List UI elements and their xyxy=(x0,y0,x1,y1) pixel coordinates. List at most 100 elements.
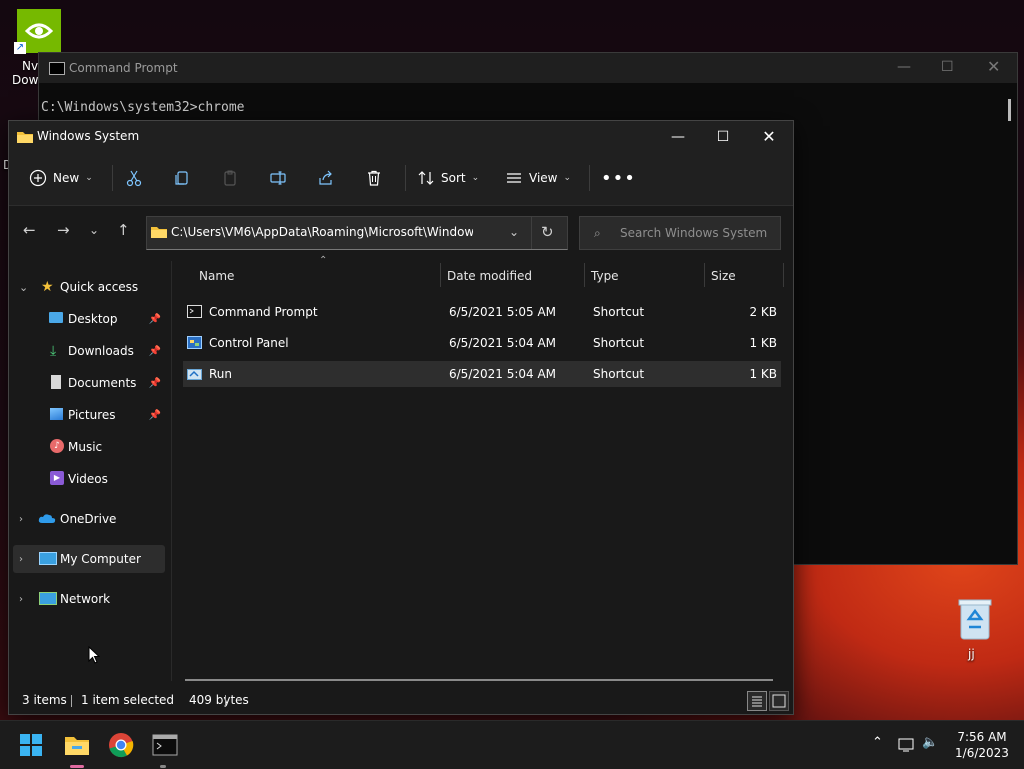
run-file-icon xyxy=(187,369,202,380)
details-view-button[interactable] xyxy=(747,691,767,711)
paste-button[interactable] xyxy=(221,163,239,193)
address-path-text[interactable]: C:\Users\VM6\AppData\Roaming\Microsoft\W… xyxy=(171,225,473,239)
tiles-view-icon xyxy=(772,694,786,708)
file-explorer-taskbar-icon[interactable] xyxy=(63,731,91,759)
star-icon: ★ xyxy=(41,279,54,295)
search-input[interactable] xyxy=(618,223,772,243)
cmd-scrollbar-thumb[interactable] xyxy=(1008,99,1011,121)
status-item-count: 3 items xyxy=(22,693,67,707)
cmd-title-bar[interactable]: Command Prompt — ☐ ✕ xyxy=(39,53,1017,83)
share-icon xyxy=(319,170,332,185)
column-header-size[interactable]: Size xyxy=(711,263,736,289)
cut-button[interactable] xyxy=(125,163,143,193)
music-icon: ♪ xyxy=(50,439,64,453)
column-header-name[interactable]: Name xyxy=(199,263,234,289)
cmd-close-button[interactable]: ✕ xyxy=(987,57,1000,76)
recycle-bin-icon xyxy=(958,599,992,640)
nav-item-onedrive[interactable]: › OneDrive xyxy=(13,505,165,533)
file-explorer-window[interactable]: Windows System — ☐ ✕ New ⌄ Sort ⌄ View ⌄… xyxy=(8,120,794,715)
chevron-right-icon: › xyxy=(19,513,23,525)
nav-item-documents[interactable]: Documents 📌 xyxy=(13,369,165,397)
details-view-icon xyxy=(752,696,762,707)
document-icon xyxy=(51,375,61,389)
network-tray-icon[interactable] xyxy=(898,737,916,753)
search-icon: ⌕ xyxy=(594,226,601,240)
download-arrow-icon: ⤓ xyxy=(50,343,57,359)
explorer-minimize-button[interactable]: — xyxy=(655,125,701,149)
column-divider[interactable] xyxy=(584,263,585,287)
nav-item-quick-access[interactable]: ⌄ ★ Quick access xyxy=(13,273,165,301)
new-button[interactable]: New ⌄ xyxy=(29,163,93,193)
cloud-icon xyxy=(38,514,56,523)
column-divider[interactable] xyxy=(704,263,705,287)
table-row[interactable]: Command Prompt 6/5/2021 5:05 AM Shortcut… xyxy=(183,299,781,325)
explorer-title-bar[interactable]: Windows System — ☐ ✕ xyxy=(9,121,793,151)
recent-locations-chevron-icon[interactable]: ⌄ xyxy=(89,223,99,237)
nav-item-pictures[interactable]: Pictures 📌 xyxy=(13,401,165,429)
file-list: Name ⌃ Date modified Type Size Command P… xyxy=(177,255,789,661)
nav-item-music[interactable]: ♪ Music xyxy=(13,433,165,461)
nav-item-network[interactable]: › Network xyxy=(13,585,165,613)
pin-icon[interactable]: 📌 xyxy=(149,410,161,421)
command-bar: New ⌄ Sort ⌄ View ⌄ ••• xyxy=(9,151,793,206)
address-bar[interactable]: C:\Users\VM6\AppData\Roaming\Microsoft\W… xyxy=(146,216,568,250)
ellipsis-icon: ••• xyxy=(601,167,636,189)
cmd-app-icon xyxy=(49,62,65,75)
toolbar-divider xyxy=(405,165,406,191)
copy-button[interactable] xyxy=(173,163,191,193)
more-options-button[interactable]: ••• xyxy=(601,163,636,193)
cmd-minimize-button[interactable]: — xyxy=(897,59,911,75)
terminal-taskbar-icon[interactable] xyxy=(151,731,179,759)
view-button[interactable]: View ⌄ xyxy=(505,163,571,193)
delete-button[interactable] xyxy=(365,163,383,193)
pin-icon[interactable]: 📌 xyxy=(149,378,161,389)
paste-icon xyxy=(224,170,236,186)
mouse-cursor-icon xyxy=(88,646,100,664)
nav-item-my-computer[interactable]: › My Computer xyxy=(13,545,165,573)
status-divider xyxy=(71,695,72,707)
column-divider[interactable] xyxy=(440,263,441,287)
forward-arrow-icon[interactable]: → xyxy=(57,221,70,239)
copy-icon xyxy=(175,171,188,185)
back-arrow-icon[interactable]: ← xyxy=(23,221,36,239)
up-arrow-icon[interactable]: ↑ xyxy=(117,221,130,239)
search-box[interactable]: ⌕ xyxy=(579,216,781,250)
table-row[interactable]: Run 6/5/2021 5:04 AM Shortcut 1 KB xyxy=(183,361,781,387)
chrome-taskbar-icon[interactable] xyxy=(107,731,135,759)
pin-icon[interactable]: 📌 xyxy=(149,314,161,325)
column-header-type[interactable]: Type xyxy=(591,263,619,289)
horizontal-scrollbar[interactable] xyxy=(185,679,773,681)
refresh-icon[interactable]: ↻ xyxy=(541,223,554,241)
chevron-down-icon: ⌄ xyxy=(563,173,572,183)
videos-icon: ▶ xyxy=(50,471,64,485)
nav-item-downloads[interactable]: ⤓ Downloads 📌 xyxy=(13,337,165,365)
taskbar-clock[interactable]: 7:56 AM 1/6/2023 xyxy=(950,729,1014,761)
explorer-close-button[interactable]: ✕ xyxy=(746,125,792,149)
rename-icon xyxy=(270,171,286,185)
chevron-down-icon: ⌄ xyxy=(471,173,480,183)
address-history-chevron-icon[interactable]: ⌄ xyxy=(509,225,519,239)
chevron-down-icon: ⌄ xyxy=(19,280,29,294)
tiles-view-button[interactable] xyxy=(769,691,789,711)
volume-icon[interactable]: 🔈 xyxy=(922,735,938,750)
navigation-pane-divider xyxy=(171,261,172,681)
computer-icon xyxy=(39,552,57,565)
pictures-icon xyxy=(50,408,63,420)
status-size: 409 bytes xyxy=(189,693,249,707)
pin-icon[interactable]: 📌 xyxy=(149,346,161,357)
cmd-maximize-button[interactable]: ☐ xyxy=(941,59,954,75)
trash-icon xyxy=(368,170,380,186)
sort-button[interactable]: Sort ⌄ xyxy=(417,163,479,193)
show-hidden-icons-chevron-icon[interactable]: ⌃ xyxy=(872,735,883,750)
column-header-date-modified[interactable]: Date modified xyxy=(447,263,532,289)
share-button[interactable] xyxy=(317,163,335,193)
start-button[interactable] xyxy=(19,733,43,757)
command-prompt-file-icon xyxy=(187,305,202,318)
table-row[interactable]: Control Panel 6/5/2021 5:04 AM Shortcut … xyxy=(183,330,781,356)
column-divider[interactable] xyxy=(783,263,784,287)
nav-item-videos[interactable]: ▶ Videos xyxy=(13,465,165,493)
cmd-output-line: C:\Windows\system32>chrome xyxy=(41,100,245,115)
rename-button[interactable] xyxy=(269,163,287,193)
nav-item-desktop[interactable]: Desktop 📌 xyxy=(13,305,165,333)
explorer-maximize-button[interactable]: ☐ xyxy=(700,125,746,149)
